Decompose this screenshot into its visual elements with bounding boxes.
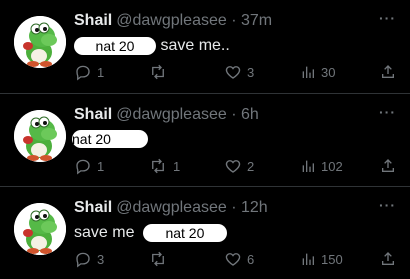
display-name[interactable]: Shail [74, 12, 112, 29]
tweet-text: save me nat 20 [74, 223, 227, 243]
retweet-button[interactable] [148, 250, 173, 268]
views-count: 150 [321, 251, 343, 267]
yoshi-avatar-icon [14, 16, 66, 68]
tweet-actions: 1 3 30 [74, 63, 400, 81]
share-icon [382, 65, 394, 78]
reply-count: 3 [97, 251, 105, 267]
reply-icon [76, 159, 90, 175]
retweet-icon [152, 158, 164, 174]
like-icon [225, 253, 241, 266]
views-icon [302, 66, 314, 78]
like-count: 2 [247, 158, 255, 174]
tweet-header: Shail @dawgpleasee · 37m [74, 12, 272, 30]
nat-20-pill: nat 20 [72, 130, 148, 148]
avatar[interactable] [14, 203, 66, 255]
like-icon [225, 66, 241, 79]
share-icon [382, 252, 394, 265]
tweet-text-after: save me.. [160, 37, 230, 54]
like-button[interactable]: 3 [224, 63, 254, 81]
more-options-icon[interactable]: ··· [379, 10, 396, 26]
timeline-feed: Shail @dawgpleasee · 37m ··· nat 20 save … [0, 0, 410, 268]
like-count: 3 [247, 64, 255, 80]
retweet-icon [152, 251, 164, 267]
avatar[interactable] [14, 110, 66, 162]
tweet-header: Shail @dawgpleasee · 12h [74, 199, 268, 217]
handle-and-time[interactable]: @dawgpleasee · 12h [116, 199, 267, 216]
reply-icon [76, 252, 90, 268]
tweet-1[interactable]: Shail @dawgpleasee · 37m ··· nat 20 save … [0, 0, 410, 92]
views-button[interactable]: 150 [300, 250, 343, 268]
views-icon [302, 160, 314, 172]
retweet-button[interactable] [148, 63, 173, 81]
tweet-3[interactable]: Shail @dawgpleasee · 12h ··· save me nat … [0, 187, 410, 279]
like-count: 6 [247, 251, 255, 267]
retweet-icon [152, 64, 164, 80]
views-button[interactable]: 30 [300, 63, 335, 81]
nat-20-pill: nat 20 [142, 224, 227, 242]
tweet-text: nat 20 [72, 130, 148, 150]
tweet-text: nat 20 save me.. [74, 36, 230, 56]
views-button[interactable]: 102 [300, 157, 343, 175]
avatar[interactable] [14, 16, 66, 68]
tweet-actions: 1 1 2 102 [74, 157, 400, 175]
nat-20-pill: nat 20 [74, 37, 156, 55]
reply-button[interactable]: 1 [74, 63, 104, 81]
share-icon [382, 159, 394, 172]
tweet-header: Shail @dawgpleasee · 6h [74, 106, 259, 124]
handle-and-time[interactable]: @dawgpleasee · 37m [116, 12, 272, 29]
display-name[interactable]: Shail [74, 106, 112, 123]
retweet-button[interactable]: 1 [148, 157, 180, 175]
more-options-icon[interactable]: ··· [379, 197, 396, 213]
retweet-count: 1 [173, 158, 181, 174]
reply-button[interactable]: 3 [74, 250, 104, 268]
yoshi-avatar-icon [14, 203, 66, 255]
views-icon [302, 253, 314, 265]
views-count: 102 [321, 158, 343, 174]
more-options-icon[interactable]: ··· [379, 104, 396, 120]
share-button[interactable] [380, 63, 396, 81]
like-button[interactable]: 6 [224, 250, 254, 268]
views-count: 30 [321, 64, 336, 80]
share-button[interactable] [380, 250, 396, 268]
like-icon [225, 160, 241, 173]
reply-button[interactable]: 1 [74, 157, 104, 175]
share-button[interactable] [380, 157, 396, 175]
tweet-text-before: save me [74, 224, 135, 241]
yoshi-avatar-icon [14, 110, 66, 162]
handle-and-time[interactable]: @dawgpleasee · 6h [116, 106, 259, 123]
like-button[interactable]: 2 [224, 157, 254, 175]
tweet-2[interactable]: Shail @dawgpleasee · 6h ··· nat 20 1 1 2 … [0, 94, 410, 186]
reply-count: 1 [97, 158, 105, 174]
tweet-actions: 3 6 150 [74, 250, 400, 268]
reply-count: 1 [97, 64, 105, 80]
display-name[interactable]: Shail [74, 199, 112, 216]
reply-icon [76, 65, 90, 81]
